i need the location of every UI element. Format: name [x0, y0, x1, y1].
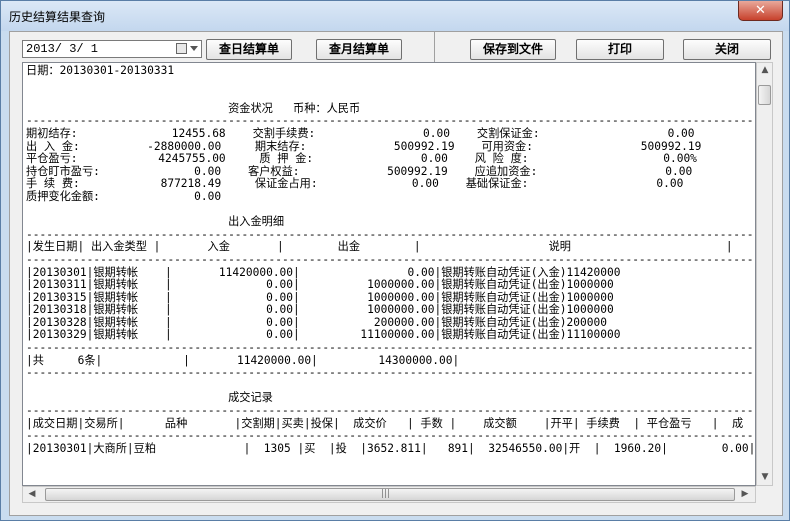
vertical-scroll-thumb[interactable] [758, 85, 771, 105]
title-bar: 历史结算结果查询 ✕ [1, 1, 789, 31]
close-button[interactable]: 关闭 [683, 39, 771, 60]
window-title: 历史结算结果查询 [9, 10, 106, 24]
save-to-file-button[interactable]: 保存到文件 [470, 39, 556, 60]
query-monthly-statement-button[interactable]: 查月结算单 [316, 39, 402, 60]
client-area: 2013/ 3/ 1 查日结算单 查月结算单 保存到文件 打印 关闭 日期：20… [9, 31, 783, 516]
app-window: 历史结算结果查询 ✕ 2013/ 3/ 1 查日结算单 查月结算单 保存到文件 … [0, 0, 790, 521]
settlement-report-textarea[interactable]: 日期：20130301-20130331 资金状况 币种：人民币 -------… [22, 62, 756, 486]
horizontal-scrollbar[interactable]: ◀ ||| ▶ [22, 486, 756, 503]
scroll-right-icon[interactable]: ▶ [739, 488, 751, 500]
chevron-down-icon[interactable] [190, 46, 198, 51]
window-close-button[interactable]: ✕ [738, 1, 783, 21]
print-button[interactable]: 打印 [576, 39, 664, 60]
scroll-down-icon[interactable]: ▼ [760, 471, 770, 483]
close-icon: ✕ [755, 3, 766, 18]
settlement-report-text: 日期：20130301-20130331 资金状况 币种：人民币 -------… [26, 64, 756, 455]
scroll-left-icon[interactable]: ◀ [26, 488, 38, 500]
date-picker[interactable]: 2013/ 3/ 1 [22, 40, 202, 58]
calendar-icon[interactable] [176, 43, 187, 54]
horizontal-scroll-thumb[interactable]: ||| [45, 488, 735, 501]
date-picker-value: 2013/ 3/ 1 [26, 42, 99, 56]
vertical-scrollbar[interactable]: ▲ ▼ [756, 62, 773, 486]
toolbar-separator [434, 32, 435, 62]
grip-icon: ||| [381, 489, 391, 499]
query-daily-statement-button[interactable]: 查日结算单 [206, 39, 292, 60]
scroll-up-icon[interactable]: ▲ [760, 64, 770, 76]
